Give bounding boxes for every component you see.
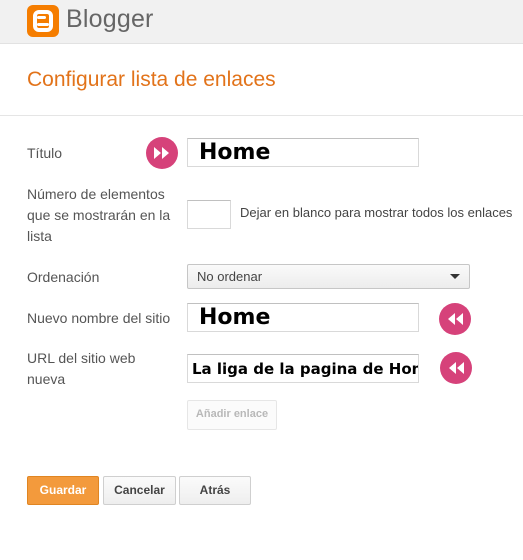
order-select[interactable]: No ordenar [187,264,470,289]
double-arrow-left-icon [440,352,472,384]
count-label-line2: que se mostrarán en la [27,207,171,223]
site-url-label-line1: URL del sitio web [27,350,136,366]
save-button[interactable]: Guardar [27,476,99,505]
title-label: Título [27,145,63,161]
top-bar: Blogger [0,0,523,44]
site-name-label: Nuevo nombre del sitio [27,310,171,326]
site-url-label-line2: nueva [27,371,66,387]
count-label-line1: Número de elementos [27,186,165,202]
count-input[interactable] [187,200,231,229]
app-name[interactable]: Blogger [66,5,154,34]
site-url-label: URL del sitio web nueva [27,348,135,390]
dropdown-caret-icon [450,274,460,279]
order-selected-value: No ordenar [197,269,263,284]
site-name-input[interactable]: Home [187,303,419,332]
title-input[interactable]: Home [187,138,419,167]
double-arrow-left-icon [439,303,471,335]
page-title: Configurar lista de enlaces [27,68,276,91]
blogger-logo-icon[interactable] [27,5,59,37]
double-arrow-right-icon [146,137,178,169]
divider [0,115,523,116]
site-url-input[interactable]: La liga de la pagina de Home [187,354,419,383]
count-hint: Dejar en blanco para mostrar todos los e… [240,205,513,220]
order-label: Ordenación [27,269,100,285]
count-label: Número de elementos que se mostrarán en … [27,184,170,247]
cancel-button[interactable]: Cancelar [103,476,176,505]
back-button[interactable]: Atrás [179,476,251,505]
count-label-line3: lista [27,228,52,244]
add-link-button[interactable]: Añadir enlace [187,400,277,430]
